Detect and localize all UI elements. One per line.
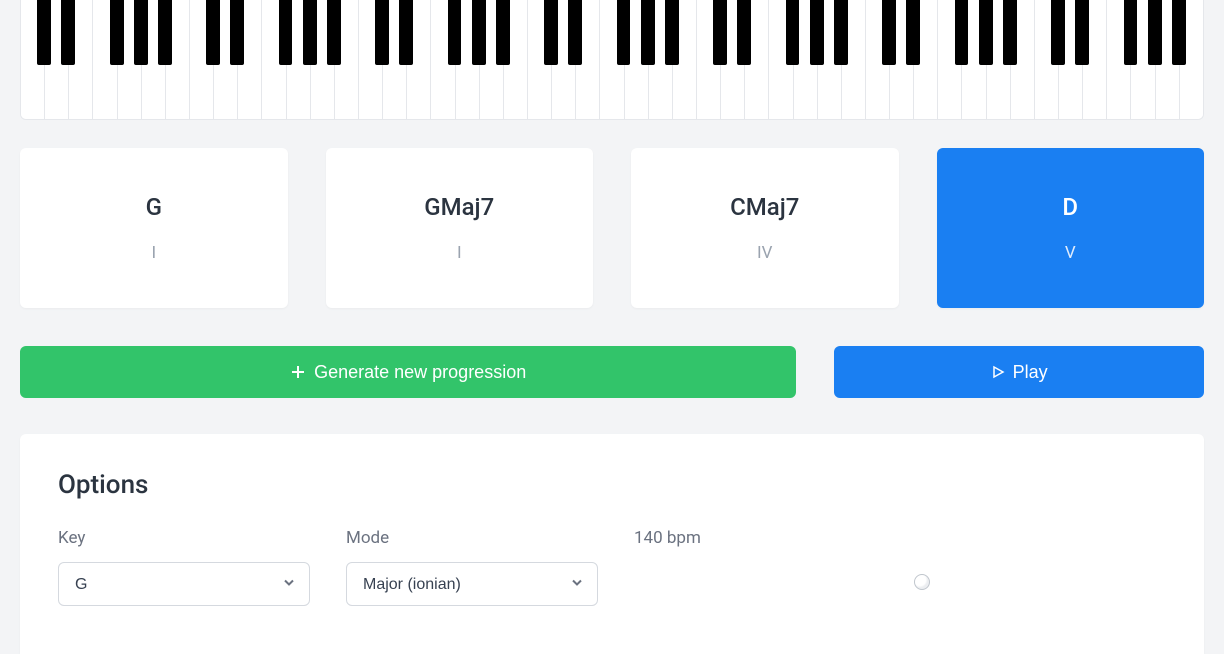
black-key[interactable] [399, 0, 413, 65]
key-field: Key G [58, 528, 310, 606]
black-key[interactable] [303, 0, 317, 65]
bpm-label: 140 bpm [634, 528, 1166, 548]
black-key[interactable] [375, 0, 389, 65]
mode-field: Mode Major (ionian) [346, 528, 598, 606]
white-key[interactable] [431, 0, 455, 119]
chord-degree: I [457, 243, 462, 263]
white-key[interactable] [190, 0, 214, 119]
black-key[interactable] [544, 0, 558, 65]
black-key[interactable] [134, 0, 148, 65]
black-key[interactable] [713, 0, 727, 65]
play-icon [991, 365, 1005, 379]
play-button-label: Play [1013, 362, 1048, 383]
white-key[interactable] [21, 0, 45, 119]
white-key[interactable] [262, 0, 286, 119]
black-key[interactable] [641, 0, 655, 65]
white-key[interactable] [93, 0, 117, 119]
mode-label: Mode [346, 528, 598, 548]
plus-icon [290, 364, 306, 380]
black-key[interactable] [1051, 0, 1065, 65]
black-key[interactable] [448, 0, 462, 65]
black-key[interactable] [568, 0, 582, 65]
black-key[interactable] [906, 0, 920, 65]
black-key[interactable] [1148, 0, 1162, 65]
white-key[interactable] [528, 0, 552, 119]
black-key[interactable] [1075, 0, 1089, 65]
white-key[interactable] [1107, 0, 1131, 119]
black-key[interactable] [665, 0, 679, 65]
black-key[interactable] [979, 0, 993, 65]
black-key[interactable] [61, 0, 75, 65]
key-label: Key [58, 528, 310, 548]
action-button-row: Generate new progression Play [20, 346, 1204, 398]
generate-progression-button[interactable]: Generate new progression [20, 346, 796, 398]
white-key[interactable] [938, 0, 962, 119]
black-key[interactable] [230, 0, 244, 65]
chord-card[interactable]: GI [20, 148, 288, 308]
key-select[interactable]: G [58, 562, 310, 606]
black-key[interactable] [786, 0, 800, 65]
black-key[interactable] [496, 0, 510, 65]
black-key[interactable] [617, 0, 631, 65]
tempo-slider-handle[interactable] [914, 574, 930, 590]
options-title: Options [58, 470, 1166, 500]
white-key[interactable] [1035, 0, 1059, 119]
play-button[interactable]: Play [834, 346, 1204, 398]
black-key[interactable] [810, 0, 824, 65]
chord-card[interactable]: GMaj7 I [326, 148, 594, 308]
black-key[interactable] [1003, 0, 1017, 65]
chord-name: D [1062, 193, 1078, 221]
chord-name: CMaj7 [730, 193, 799, 221]
black-key[interactable] [158, 0, 172, 65]
white-key[interactable] [359, 0, 383, 119]
black-key[interactable] [327, 0, 341, 65]
bpm-field: 140 bpm [634, 528, 1166, 590]
options-panel: Options Key G Mode Major (ionian) [20, 434, 1204, 654]
black-key[interactable] [110, 0, 124, 65]
black-key[interactable] [472, 0, 486, 65]
black-key[interactable] [834, 0, 848, 65]
generate-button-label: Generate new progression [314, 362, 526, 383]
white-key[interactable] [866, 0, 890, 119]
white-key[interactable] [600, 0, 624, 119]
chord-degree: V [1065, 243, 1076, 263]
black-key[interactable] [206, 0, 220, 65]
black-key[interactable] [37, 0, 51, 65]
chord-degree: IV [757, 243, 772, 263]
black-key[interactable] [737, 0, 751, 65]
black-key[interactable] [955, 0, 969, 65]
black-key[interactable] [882, 0, 896, 65]
white-key[interactable] [769, 0, 793, 119]
mode-select[interactable]: Major (ionian) [346, 562, 598, 606]
white-key[interactable] [697, 0, 721, 119]
chord-card[interactable]: CMaj7 IV [631, 148, 899, 308]
chord-card-row: GIGMaj7ICMaj7IVDV [20, 148, 1204, 308]
piano[interactable] [20, 0, 1204, 120]
chord-degree: I [151, 243, 156, 263]
black-key[interactable] [1124, 0, 1138, 65]
chord-card[interactable]: DV [937, 148, 1205, 308]
black-key[interactable] [1172, 0, 1186, 65]
chord-name: G [146, 193, 162, 221]
chord-name: GMaj7 [424, 193, 494, 221]
black-key[interactable] [279, 0, 293, 65]
